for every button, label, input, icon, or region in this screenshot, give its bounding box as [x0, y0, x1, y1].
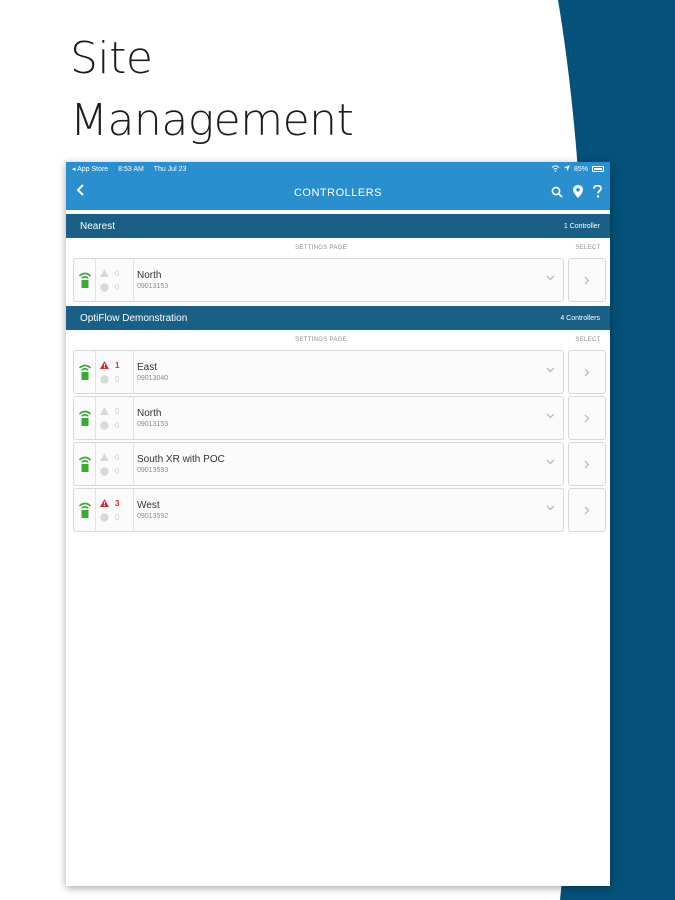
chevron-right-icon — [584, 506, 590, 514]
alarm-count: 0 — [115, 406, 120, 416]
controller-serial: 09013593 — [137, 467, 169, 474]
controller-name: East — [137, 362, 158, 373]
offline-icon — [100, 420, 109, 430]
controller-card[interactable]: 0 0 North 09013153 — [73, 396, 564, 440]
settings-page-label: SETTINGS PAGE — [295, 337, 347, 343]
select-button[interactable] — [568, 488, 606, 532]
wifi-icon — [551, 164, 560, 174]
signal-icon — [74, 351, 96, 393]
controller-name: North — [137, 408, 162, 419]
warning-icon — [100, 453, 109, 461]
controller-card[interactable]: 1 0 East 09013040 — [73, 350, 564, 394]
signal-icon — [74, 443, 96, 485]
status-time: 8:53 AM — [118, 166, 144, 173]
controller-serial: 09013153 — [137, 283, 169, 290]
section-header-nearest: Nearest 1 Controller — [66, 214, 610, 238]
offline-count: 0 — [115, 512, 120, 522]
alarm-count: 0 — [115, 268, 120, 278]
warning-icon — [100, 499, 109, 507]
warning-icon — [100, 269, 109, 277]
chevron-right-icon — [584, 460, 590, 468]
offline-count: 0 — [115, 374, 120, 384]
controller-name: South XR with POC — [137, 454, 225, 465]
offline-icon — [100, 512, 109, 522]
controller-name: West — [137, 500, 160, 511]
nav-bar: CONTROLLERS — [66, 176, 610, 210]
column-labels: SETTINGS PAGE SELECT — [66, 238, 610, 258]
chevron-right-icon — [584, 368, 590, 376]
location-arrow-icon — [563, 165, 570, 173]
signal-icon — [74, 259, 96, 301]
chevron-down-icon[interactable] — [546, 503, 555, 513]
warning-icon — [100, 407, 109, 415]
controller-card[interactable]: 0 0 South XR with POC 09013593 — [73, 442, 564, 486]
chevron-right-icon — [584, 414, 590, 422]
section-title: Nearest — [80, 220, 116, 232]
headline-line-1: Site — [70, 33, 153, 84]
search-icon[interactable] — [551, 185, 563, 203]
select-label: SELECT — [575, 245, 601, 251]
select-label: SELECT — [575, 337, 601, 343]
chevron-left-icon[interactable] — [76, 183, 86, 202]
controller-name: North — [137, 270, 162, 281]
select-button[interactable] — [568, 442, 606, 486]
offline-icon — [100, 466, 109, 476]
warning-icon — [100, 361, 109, 369]
section-count: 4 Controllers — [560, 314, 600, 322]
controller-serial: 09013592 — [137, 513, 169, 520]
nav-title: CONTROLLERS — [293, 187, 383, 199]
signal-icon — [74, 397, 96, 439]
select-button[interactable] — [568, 396, 606, 440]
help-icon[interactable] — [593, 184, 602, 203]
section-count: 1 Controller — [563, 222, 600, 230]
controller-serial: 09013040 — [137, 375, 169, 382]
chevron-down-icon[interactable] — [546, 411, 555, 421]
status-carrier: ◂ App Store — [72, 166, 109, 173]
select-button[interactable] — [568, 258, 606, 302]
controller-row: 0 0 North 09013153 — [73, 396, 606, 440]
offline-count: 0 — [115, 466, 120, 476]
controller-row: 0 0 South XR with POC 09013593 — [73, 442, 606, 486]
chevron-down-icon[interactable] — [546, 457, 555, 467]
offline-icon — [100, 282, 109, 292]
signal-icon — [74, 489, 96, 531]
status-date: Thu Jul 23 — [153, 166, 187, 173]
offline-icon — [100, 374, 109, 384]
controller-card[interactable]: 0 0 North 09013153 — [73, 258, 564, 302]
controller-row: 0 0 North 09013153 — [73, 258, 606, 302]
section-title: OptiFlow Demonstration — [80, 312, 188, 324]
controller-serial: 09013153 — [137, 421, 169, 428]
status-bar: ◂ App Store 8:53 AM Thu Jul 23 85% — [66, 162, 610, 176]
column-labels: SETTINGS PAGE SELECT — [66, 330, 610, 350]
section-header-optiflow: OptiFlow Demonstration 4 Controllers — [66, 306, 610, 330]
app-screen: ◂ App Store 8:53 AM Thu Jul 23 85% CONTR… — [66, 162, 610, 886]
alarm-count: 1 — [115, 360, 120, 370]
status-battery: 85% — [573, 165, 588, 173]
location-pin-icon[interactable] — [573, 185, 583, 203]
chevron-down-icon[interactable] — [546, 365, 555, 375]
chevron-right-icon — [584, 276, 590, 284]
battery-icon — [592, 166, 604, 172]
controller-card[interactable]: 3 0 West 09013592 — [73, 488, 564, 532]
alarm-count: 3 — [115, 498, 120, 508]
controller-row: 3 0 West 09013592 — [73, 488, 606, 532]
select-button[interactable] — [568, 350, 606, 394]
controller-row: 1 0 East 09013040 — [73, 350, 606, 394]
offline-count: 0 — [115, 420, 120, 430]
chevron-down-icon[interactable] — [546, 273, 555, 283]
page-headline: Site Management — [70, 28, 354, 152]
alarm-count: 0 — [115, 452, 120, 462]
headline-line-2: Management — [70, 95, 354, 146]
offline-count: 0 — [115, 282, 120, 292]
settings-page-label: SETTINGS PAGE — [295, 245, 347, 251]
